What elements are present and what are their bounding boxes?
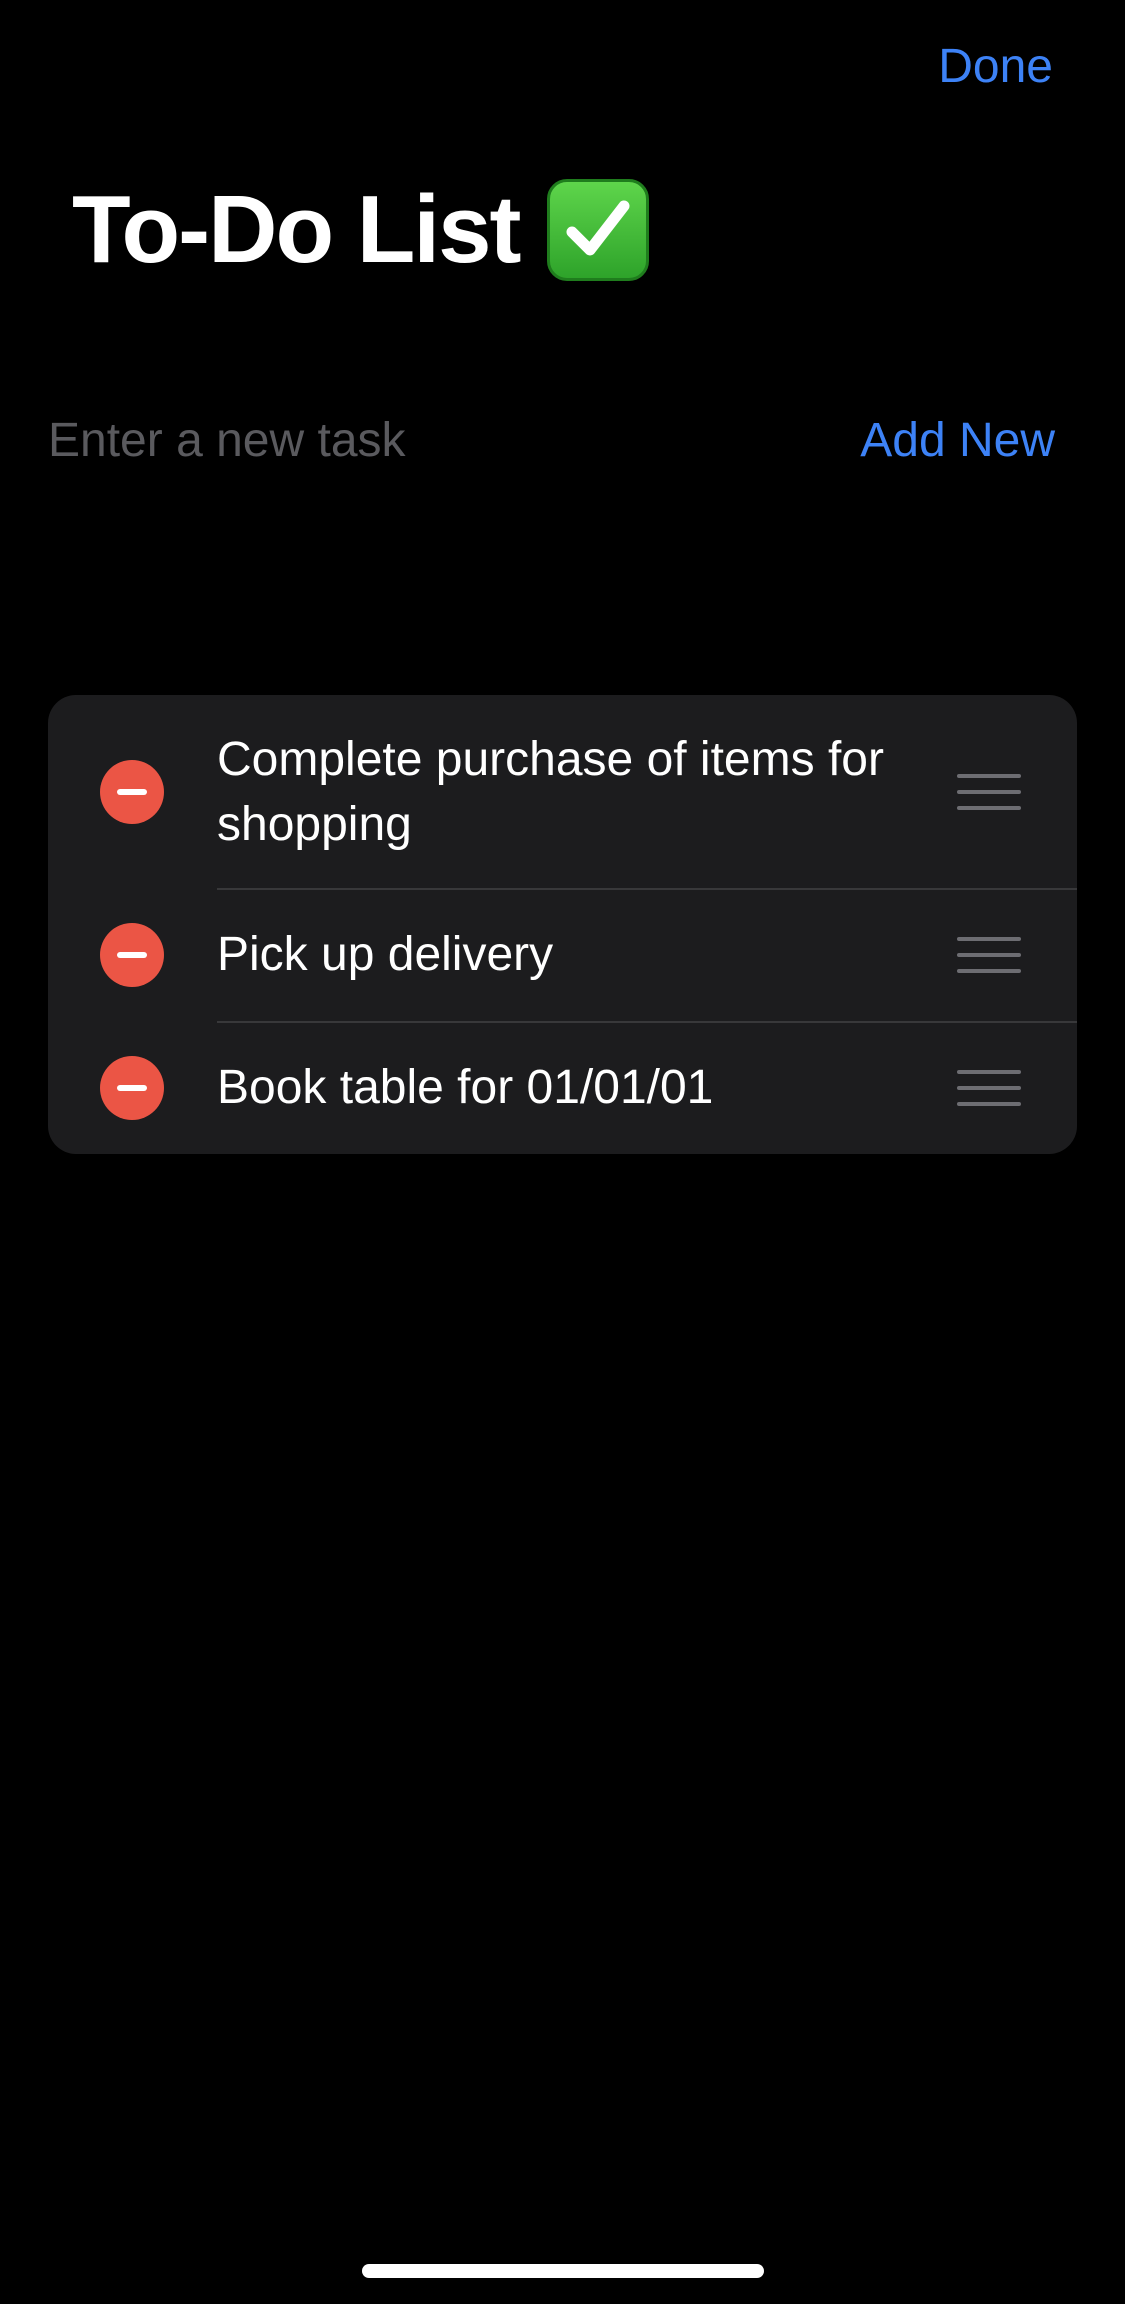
- title-row: To-Do List: [72, 172, 650, 288]
- minus-icon: [117, 788, 147, 795]
- page-title: To-Do List: [72, 176, 521, 283]
- reorder-handle-icon[interactable]: [957, 773, 1021, 810]
- list-item[interactable]: Book table for 01/01/01: [48, 1021, 1077, 1154]
- delete-button[interactable]: [100, 922, 164, 987]
- reorder-handle-icon[interactable]: [957, 1069, 1021, 1106]
- new-task-row: Add New: [48, 400, 1077, 480]
- task-label: Pick up delivery: [217, 928, 554, 981]
- minus-icon: [117, 1084, 147, 1091]
- minus-icon: [117, 951, 147, 958]
- check-mark-glyph: [566, 200, 630, 256]
- delete-button[interactable]: [100, 1055, 164, 1120]
- list-item[interactable]: Pick up delivery: [48, 888, 1077, 1021]
- delete-button[interactable]: [100, 759, 164, 824]
- add-new-button[interactable]: Add New: [860, 413, 1055, 468]
- task-label: Book table for 01/01/01: [217, 1061, 714, 1114]
- done-button[interactable]: Done: [938, 36, 1053, 98]
- task-list: Complete purchase of items for shopping …: [48, 695, 1077, 1154]
- task-label: Complete purchase of items for shopping: [217, 732, 884, 851]
- new-task-input[interactable]: [48, 412, 748, 468]
- list-item[interactable]: Complete purchase of items for shopping: [48, 695, 1077, 888]
- check-mark-icon: [547, 179, 650, 281]
- home-indicator[interactable]: [361, 2264, 764, 2278]
- reorder-handle-icon[interactable]: [957, 936, 1021, 973]
